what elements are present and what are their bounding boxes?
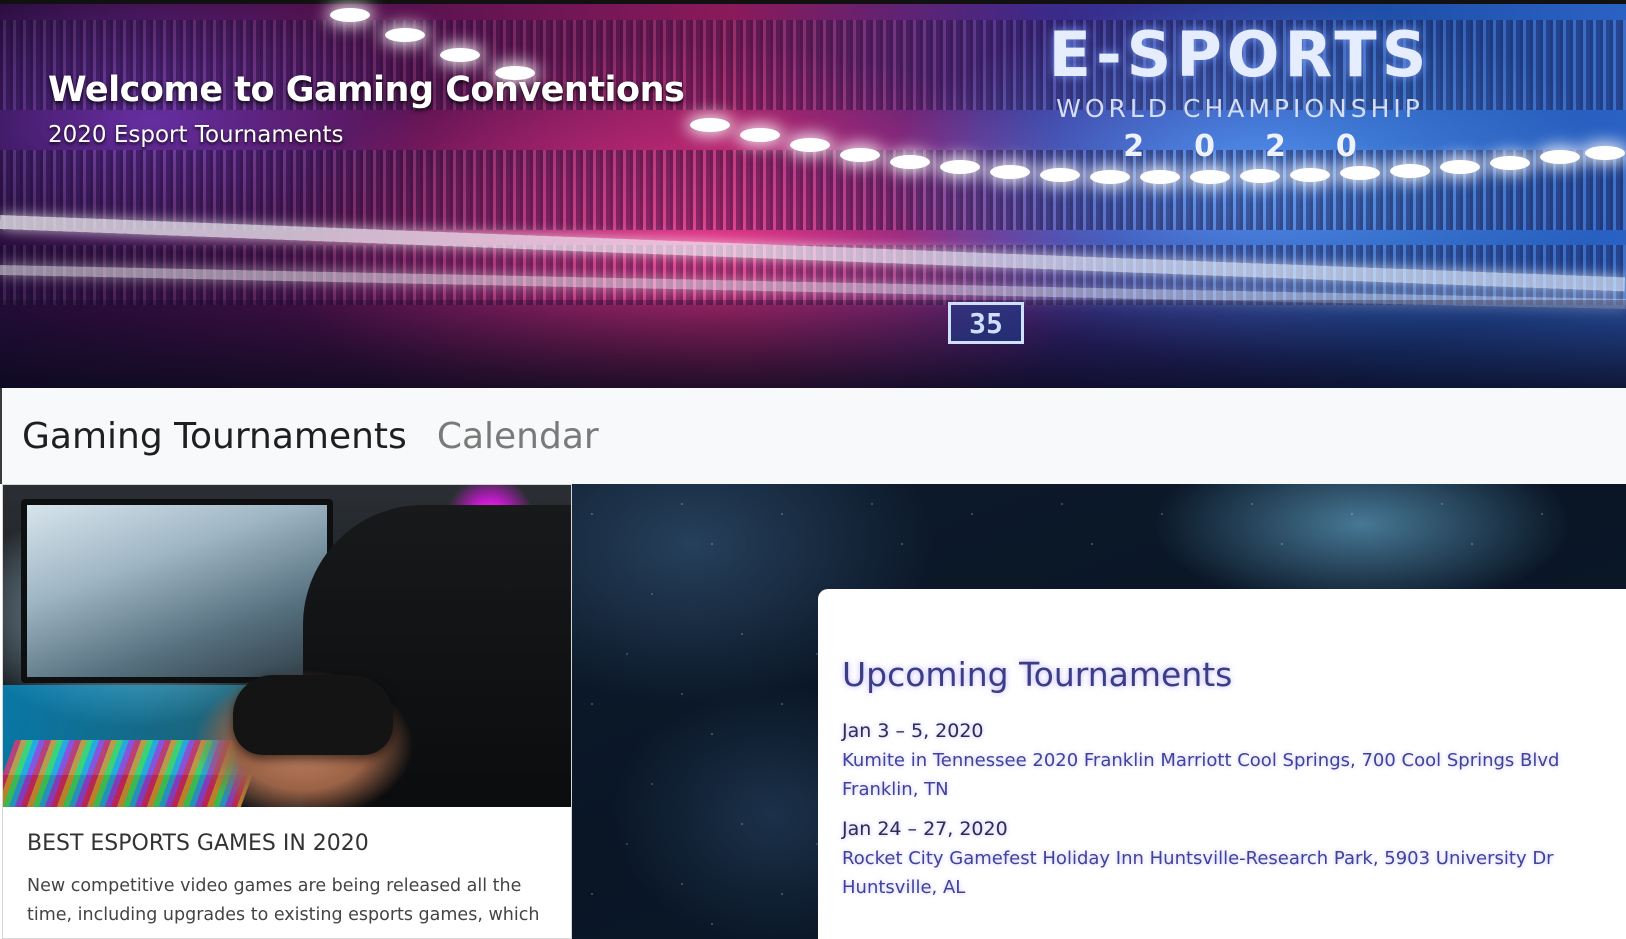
gamepad-icon xyxy=(233,675,393,755)
card-text: New competitive video games are being re… xyxy=(27,876,540,925)
monitor-image-part xyxy=(21,499,333,683)
logo-line-championship: WORLD CHAMPIONSHIP xyxy=(1056,94,1424,123)
logo-line-esports: E-SPORTS xyxy=(1048,18,1432,91)
tournaments-heading: Upcoming Tournaments xyxy=(842,655,1233,694)
logo-line-year: 2020 xyxy=(1123,129,1407,164)
card-body: BEST ESPORTS GAMES IN 2020 New competiti… xyxy=(3,807,571,930)
event-venue: Rocket City Gamefest Holiday Inn Huntsvi… xyxy=(842,848,1554,869)
event-date: Jan 24 – 27, 2020 xyxy=(842,818,1008,840)
main-content: BEST ESPORTS GAMES IN 2020 New competiti… xyxy=(0,484,1626,939)
tournament-event: Jan 24 – 27, 2020 Rocket City Gamefest H… xyxy=(842,818,1626,902)
arena-floor xyxy=(0,300,1626,388)
hero-title: Welcome to Gaming Conventions xyxy=(48,70,685,110)
event-city: Franklin, TN xyxy=(842,779,949,800)
hero-subtitle: 2020 Esport Tournaments xyxy=(48,122,344,148)
event-date: Jan 3 – 5, 2020 xyxy=(842,720,984,742)
arena-scoreboard: 35 xyxy=(948,302,1024,344)
esports-championship-logo: E-SPORTS WORLD CHAMPIONSHIP 2020 xyxy=(1010,18,1470,165)
navbar: Gaming Tournaments Calendar xyxy=(0,388,1626,484)
tournaments-panel: Upcoming Tournaments Jan 3 – 5, 2020 Kum… xyxy=(818,589,1626,939)
tournament-event: Jan 3 – 5, 2020 Kumite in Tennessee 2020… xyxy=(842,720,1626,804)
navbar-brand[interactable]: Gaming Tournaments xyxy=(22,416,407,457)
nav-link-calendar[interactable]: Calendar xyxy=(437,416,599,457)
hero-banner: 35 E-SPORTS WORLD CHAMPIONSHIP 2020 Welc… xyxy=(0,0,1626,388)
event-city: Huntsville, AL xyxy=(842,877,966,898)
card-title[interactable]: BEST ESPORTS GAMES IN 2020 xyxy=(27,831,547,856)
article-card[interactable]: BEST ESPORTS GAMES IN 2020 New competiti… xyxy=(2,484,572,939)
space-background: Upcoming Tournaments Jan 3 – 5, 2020 Kum… xyxy=(572,484,1626,939)
gamepad-photo xyxy=(3,485,571,807)
event-venue: Kumite in Tennessee 2020 Franklin Marrio… xyxy=(842,750,1560,771)
page: 35 E-SPORTS WORLD CHAMPIONSHIP 2020 Welc… xyxy=(0,0,1626,939)
